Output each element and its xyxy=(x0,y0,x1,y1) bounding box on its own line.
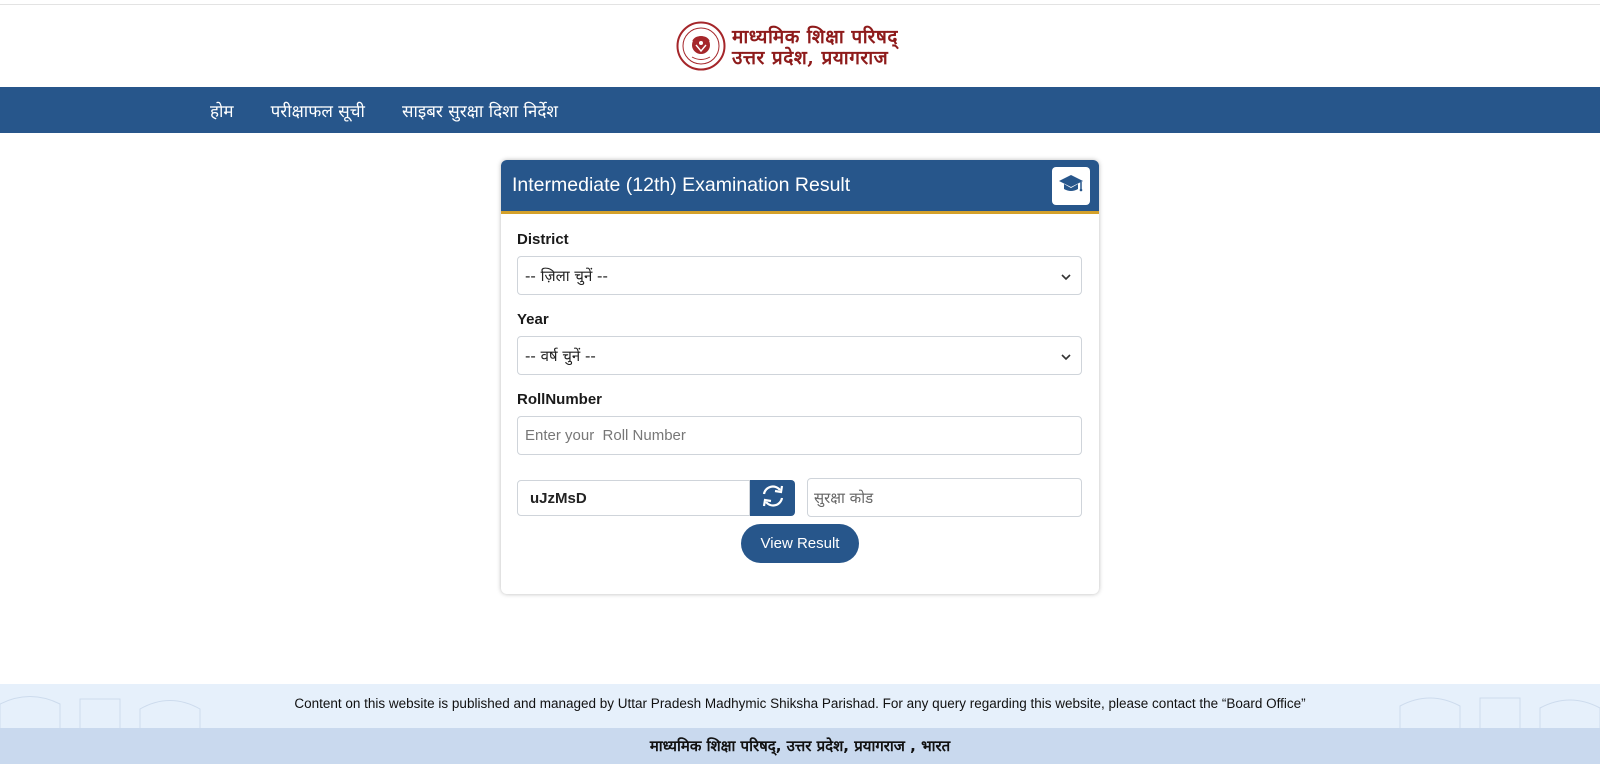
nav-item-cyber-security[interactable]: साइबर सुरक्षा दिशा निर्देश xyxy=(402,99,558,122)
district-label: District xyxy=(517,231,569,248)
page: माध्यमिक शिक्षा परिषद् उत्तर प्रदेश, प्र… xyxy=(0,0,1600,764)
nav-item-home[interactable]: होम xyxy=(210,99,234,122)
org-name-line2: उत्तर प्रदेश, प्रयागराज xyxy=(732,47,889,69)
refresh-captcha-button[interactable] xyxy=(750,480,795,516)
year-selected-value: -- वर्ष चुनें -- xyxy=(525,347,596,365)
result-form-card: Intermediate (12th) Examination Result D… xyxy=(501,160,1099,594)
roll-number-label: RollNumber xyxy=(517,391,603,408)
security-code-field xyxy=(807,478,1082,517)
footer-bottom: माध्यमिक शिक्षा परिषद्, उत्तर प्रदेश, प्… xyxy=(0,728,1600,764)
nav-items: होम परीक्षाफल सूची साइबर सुरक्षा दिशा नि… xyxy=(210,87,595,133)
graduation-cap-icon xyxy=(1058,173,1084,199)
card-badge xyxy=(1052,167,1090,205)
site-header: माध्यमिक शिक्षा परिषद् उत्तर प्रदेश, प्र… xyxy=(0,5,1600,87)
year-label: Year xyxy=(517,311,549,328)
nav-item-result-list[interactable]: परीक्षाफल सूची xyxy=(271,99,365,122)
footer-info: Content on this website is published and… xyxy=(0,684,1600,728)
card-title: Intermediate (12th) Examination Result xyxy=(512,174,851,196)
brand-text: माध्यमिक शिक्षा परिषद् उत्तर प्रदेश, प्र… xyxy=(732,25,898,70)
captcha-text: uJzMsD xyxy=(530,490,587,507)
view-result-button[interactable]: View Result xyxy=(741,524,859,563)
org-name-line1: माध्यमिक शिक्षा परिषद् xyxy=(732,25,898,48)
district-selected-value: -- ज़िला चुनें -- xyxy=(525,267,608,285)
roll-number-input[interactable] xyxy=(518,417,1081,454)
brand[interactable]: माध्यमिक शिक्षा परिषद् उत्तर प्रदेश, प्र… xyxy=(676,20,898,76)
year-select[interactable]: -- वर्ष चुनें -- xyxy=(517,336,1082,375)
roll-number-field xyxy=(517,416,1082,455)
security-code-input[interactable] xyxy=(808,479,1081,516)
up-govt-seal-icon xyxy=(676,21,726,75)
footer-bottom-text: माध्यमिक शिक्षा परिषद्, उत्तर प्रदेश, प्… xyxy=(649,737,951,755)
district-select[interactable]: -- ज़िला चुनें -- xyxy=(517,256,1082,295)
captcha-display: uJzMsD xyxy=(517,480,750,516)
card-header: Intermediate (12th) Examination Result xyxy=(501,160,1099,214)
refresh-icon xyxy=(759,483,787,513)
footer-info-text: Content on this website is published and… xyxy=(294,696,1306,711)
main-nav: होम परीक्षाफल सूची साइबर सुरक्षा दिशा नि… xyxy=(0,87,1600,133)
